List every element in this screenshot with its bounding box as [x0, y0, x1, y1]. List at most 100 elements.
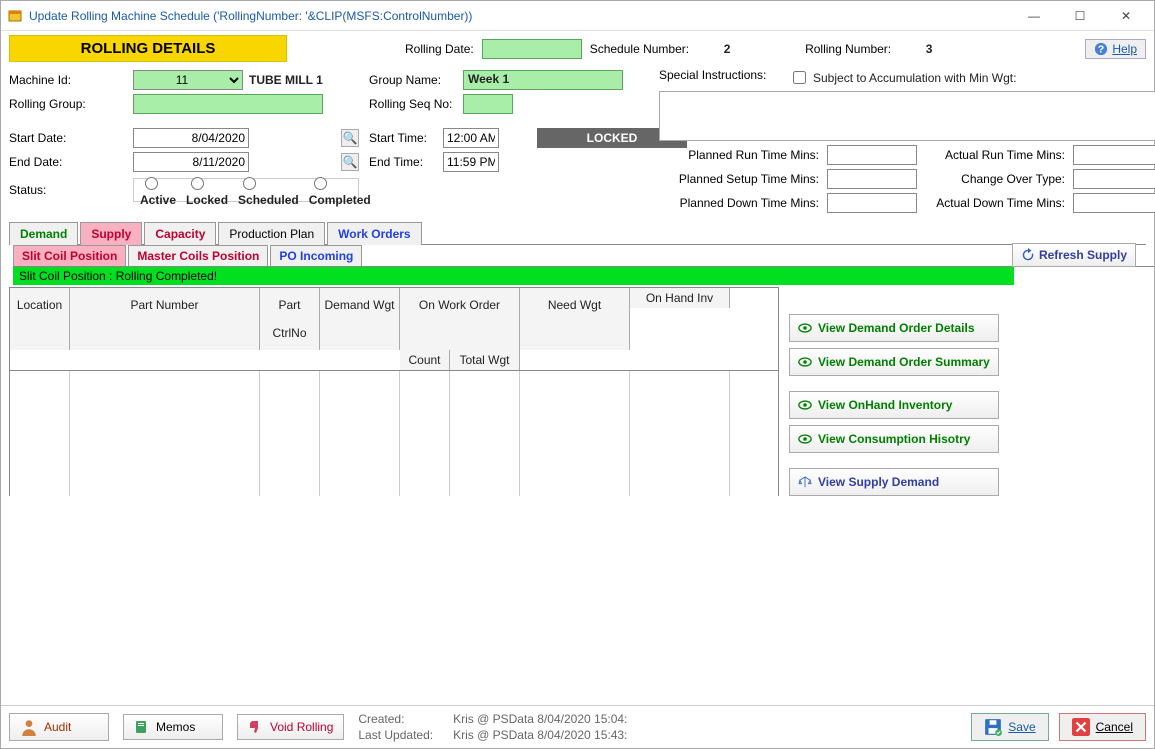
help-icon: ?	[1094, 42, 1108, 56]
col-onhand[interactable]: On Hand Inv	[630, 288, 730, 308]
planned-down-label: Planned Down Time Mins:	[659, 196, 819, 210]
actual-down-label: Actual Down Time Mins:	[925, 196, 1065, 210]
status-scheduled[interactable]: Scheduled	[238, 174, 299, 207]
tab-work-orders[interactable]: Work Orders	[327, 222, 421, 245]
change-over-field[interactable]	[1073, 169, 1155, 189]
close-button[interactable]: ✕	[1104, 4, 1148, 28]
col-onwo[interactable]: On Work Order	[400, 288, 520, 350]
group-name-field[interactable]: Week 1	[463, 70, 623, 90]
end-date-lookup[interactable]: 🔍	[341, 153, 359, 171]
machine-id-label: Machine Id:	[9, 73, 129, 87]
view-onhand-button[interactable]: View OnHand Inventory	[789, 391, 999, 419]
start-date-lookup[interactable]: 🔍	[341, 129, 359, 147]
start-date-label: Start Date:	[9, 131, 129, 145]
eye-icon	[798, 400, 812, 410]
planned-down-field[interactable]	[827, 193, 917, 213]
tab-supply[interactable]: Supply	[80, 222, 142, 245]
subject-accum-checkbox[interactable]: Subject to Accumulation with Min Wgt:	[789, 68, 1016, 87]
refresh-supply-button[interactable]: Refresh Supply	[1012, 243, 1136, 267]
status-completed[interactable]: Completed	[309, 174, 371, 207]
schedule-number-label: Schedule Number:	[590, 42, 689, 56]
slit-coil-grid[interactable]: Location Part Number Part CtrlNo Demand …	[9, 287, 779, 496]
title-bar: Update Rolling Machine Schedule ('Rollin…	[1, 1, 1154, 31]
updated-label: Last Updated:	[358, 728, 433, 742]
person-icon	[20, 718, 38, 736]
tab-production-plan[interactable]: Production Plan	[218, 222, 325, 245]
status-locked[interactable]: Locked	[186, 174, 228, 207]
col-ctrl[interactable]: Part CtrlNo	[260, 288, 320, 350]
col-demand[interactable]: Demand Wgt	[320, 288, 400, 350]
planned-setup-field[interactable]	[827, 169, 917, 189]
save-button[interactable]: Save	[971, 713, 1048, 741]
rolling-date-label: Rolling Date:	[405, 42, 474, 56]
col-count[interactable]: Count	[400, 350, 450, 370]
help-label: Help	[1112, 42, 1137, 56]
view-consumption-button[interactable]: View Consumption Hisotry	[789, 425, 999, 453]
app-icon	[7, 8, 23, 24]
save-icon	[984, 718, 1002, 736]
audit-button[interactable]: Audit	[9, 713, 109, 741]
tab-capacity[interactable]: Capacity	[144, 222, 216, 245]
rolling-group-label: Rolling Group:	[9, 97, 129, 111]
start-time-label: Start Time:	[369, 131, 439, 145]
book-icon	[134, 719, 150, 735]
actual-down-field[interactable]	[1073, 193, 1155, 213]
created-value: Kris @ PSData 8/04/2020 15:04:	[453, 712, 627, 726]
machine-id-select[interactable]: 11	[133, 70, 243, 90]
actual-run-label: Actual Run Time Mins:	[925, 148, 1065, 162]
planned-run-label: Planned Run Time Mins:	[659, 148, 819, 162]
planned-setup-label: Planned Setup Time Mins:	[659, 172, 819, 186]
end-time-label: End Time:	[369, 155, 439, 169]
schedule-number-value: 2	[697, 42, 757, 56]
rolling-group-field[interactable]	[133, 94, 323, 114]
col-location[interactable]: Location	[10, 288, 70, 350]
change-over-label: Change Over Type:	[925, 172, 1065, 186]
created-label: Created:	[358, 712, 433, 726]
eye-icon	[798, 357, 812, 367]
window-title: Update Rolling Machine Schedule ('Rollin…	[29, 9, 1012, 23]
rolling-number-value: 3	[899, 42, 959, 56]
section-banner: ROLLING DETAILS	[9, 35, 287, 62]
maximize-button[interactable]: ☐	[1058, 4, 1102, 28]
sub-tabs: Slit Coil Position Master Coils Position…	[13, 245, 1154, 267]
end-date-field[interactable]	[133, 152, 249, 172]
eye-icon	[798, 323, 812, 333]
status-active[interactable]: Active	[140, 174, 176, 207]
machine-name: TUBE MILL 1	[249, 73, 323, 87]
rolling-number-label: Rolling Number:	[805, 42, 891, 56]
refresh-label: Refresh Supply	[1039, 248, 1127, 262]
subtab-master-coils[interactable]: Master Coils Position	[128, 245, 268, 266]
view-demand-details-button[interactable]: View Demand Order Details	[789, 314, 999, 342]
end-date-label: End Date:	[9, 155, 129, 169]
subtab-po-incoming[interactable]: PO Incoming	[270, 245, 362, 266]
view-demand-summary-button[interactable]: View Demand Order Summary	[789, 348, 999, 376]
thumbs-down-icon	[248, 719, 264, 735]
void-rolling-button[interactable]: Void Rolling	[237, 714, 344, 740]
cancel-button[interactable]: Cancel	[1059, 713, 1146, 741]
eye-icon	[798, 434, 812, 444]
updated-value: Kris @ PSData 8/04/2020 15:43:	[453, 728, 627, 742]
grid-body[interactable]	[10, 371, 778, 496]
start-time-field[interactable]	[443, 128, 499, 148]
status-label: Status:	[9, 183, 129, 197]
rolling-date-field[interactable]	[482, 39, 582, 59]
view-supply-demand-button[interactable]: View Supply Demand	[789, 468, 999, 496]
col-partno[interactable]: Part Number	[70, 288, 260, 350]
memos-button[interactable]: Memos	[123, 714, 223, 740]
subtab-slit-coil[interactable]: Slit Coil Position	[13, 245, 126, 266]
svg-text:?: ?	[1098, 43, 1104, 55]
rolling-seq-field[interactable]	[463, 94, 513, 114]
col-total[interactable]: Total Wgt	[450, 350, 520, 370]
rolling-seq-label: Rolling Seq No:	[369, 97, 459, 111]
tab-demand[interactable]: Demand	[9, 222, 78, 245]
actual-run-field[interactable]	[1073, 145, 1155, 165]
refresh-icon	[1021, 248, 1035, 262]
help-button[interactable]: ? Help	[1085, 39, 1146, 59]
special-instr-text[interactable]	[659, 91, 1155, 141]
minimize-button[interactable]: —	[1012, 4, 1056, 28]
start-date-field[interactable]	[133, 128, 249, 148]
col-need[interactable]: Need Wgt	[520, 288, 630, 350]
planned-run-field[interactable]	[827, 145, 917, 165]
group-name-label: Group Name:	[369, 73, 459, 87]
end-time-field[interactable]	[443, 152, 499, 172]
